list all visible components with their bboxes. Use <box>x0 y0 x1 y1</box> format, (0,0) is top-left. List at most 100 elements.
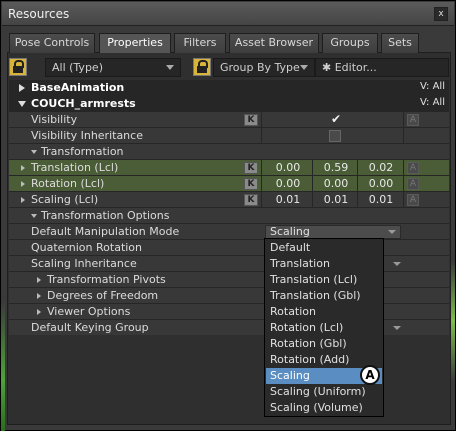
row-label: Visibility <box>31 113 78 126</box>
group-by-select[interactable]: Group By Type <box>213 58 315 77</box>
row-label: Transformation Options <box>41 209 170 222</box>
row-label: Viewer Options <box>47 305 131 318</box>
chevron-down-icon[interactable] <box>393 262 401 266</box>
row-label: Default Manipulation Mode <box>31 225 180 238</box>
type-filter-select[interactable]: All (Type) <box>45 58 181 77</box>
key-button[interactable]: K <box>244 162 258 174</box>
window-title: Resources <box>8 7 70 21</box>
dropdown-option[interactable]: Translation (Lcl) <box>266 272 382 288</box>
visibility-checkbox[interactable]: ✔ <box>331 112 341 126</box>
expand-arrow-icon[interactable] <box>37 293 41 299</box>
tab-groups[interactable]: Groups <box>322 33 378 53</box>
collapse-arrow-icon[interactable] <box>18 101 26 107</box>
value-y[interactable]: 0.59 <box>313 161 359 174</box>
tab-pose-controls[interactable]: Pose Controls <box>9 33 95 53</box>
title-bar[interactable]: Resources x <box>2 2 454 26</box>
expand-arrow-icon[interactable] <box>37 277 41 283</box>
value-x[interactable]: 0.01 <box>265 193 311 206</box>
property-row-visibility: Visibility K ✔ A <box>9 112 449 128</box>
column-divider <box>261 128 262 144</box>
close-button[interactable]: x <box>434 7 448 21</box>
property-row-rotation: Rotation (Lcl) K 0.00 0.00 0.00 A <box>9 176 449 192</box>
value-z[interactable]: 0.01 <box>358 193 404 206</box>
value-x[interactable]: 0.00 <box>265 177 311 190</box>
value-y[interactable]: 0.01 <box>313 193 359 206</box>
chevron-down-icon[interactable] <box>393 326 401 330</box>
visibility-inheritance-checkbox[interactable] <box>329 130 341 142</box>
animate-button[interactable]: A <box>407 162 419 174</box>
chevron-down-icon <box>388 230 396 234</box>
column-divider <box>403 192 404 208</box>
value-y[interactable]: 0.00 <box>313 177 359 190</box>
manipulation-mode-value: Scaling <box>270 225 310 238</box>
column-divider <box>261 192 262 208</box>
chevron-down-icon <box>166 65 174 70</box>
manipulation-mode-select[interactable]: Scaling <box>265 225 401 239</box>
manipulation-mode-dropdown: Default Translation Translation (Lcl) Tr… <box>264 238 384 417</box>
dropdown-option[interactable]: Default <box>266 240 382 256</box>
dropdown-option[interactable]: Rotation <box>266 304 382 320</box>
value-z[interactable]: 0.02 <box>358 161 404 174</box>
callout-marker: A <box>360 365 380 385</box>
dropdown-option[interactable]: Scaling (Uniform) <box>266 384 382 400</box>
editor-button[interactable]: ✱ Editor... <box>315 58 449 77</box>
row-label: Default Keying Group <box>31 321 149 334</box>
expand-arrow-icon[interactable] <box>19 84 25 92</box>
animate-button[interactable]: A <box>407 114 419 126</box>
group-row-transformation[interactable]: Transformation <box>9 144 449 160</box>
dropdown-option[interactable]: Translation <box>266 256 382 272</box>
row-label: Translation (Lcl) <box>31 161 119 174</box>
chevron-down-icon <box>300 65 308 70</box>
expand-arrow-icon[interactable] <box>37 309 41 315</box>
column-divider <box>403 160 404 176</box>
animate-button[interactable]: A <box>407 178 419 190</box>
row-label: Scaling (Lcl) <box>31 193 99 206</box>
dropdown-option[interactable]: Scaling (Volume) <box>266 400 382 416</box>
row-label: Visibility Inheritance <box>31 129 143 142</box>
row-label: Degrees of Freedom <box>47 289 159 302</box>
toolbar: All (Type) Group By Type ✱ Editor... <box>9 58 449 78</box>
column-divider <box>261 160 262 176</box>
dropdown-option[interactable]: Rotation (Lcl) <box>266 320 382 336</box>
collapse-arrow-icon[interactable] <box>31 150 37 154</box>
column-divider <box>403 112 404 128</box>
row-label: Transformation <box>41 145 124 158</box>
lock-icon[interactable] <box>9 58 27 76</box>
expand-arrow-icon[interactable] <box>21 165 25 171</box>
visibility-all-badge: V: All <box>420 81 445 92</box>
key-button[interactable]: K <box>244 194 258 206</box>
row-label: Scaling Inheritance <box>31 257 137 270</box>
resources-window: Resources x Pose Controls Properties Fil… <box>0 0 456 431</box>
background-glow-right <box>451 261 455 381</box>
group-by-value: Group By Type <box>220 61 300 74</box>
filter-lock-icon[interactable] <box>193 58 211 76</box>
collapse-arrow-icon[interactable] <box>31 214 37 218</box>
tree-row-base-animation[interactable]: BaseAnimation V: All <box>9 80 449 96</box>
value-x[interactable]: 0.00 <box>265 161 311 174</box>
group-row-transformation-options[interactable]: Transformation Options <box>9 208 449 224</box>
column-divider <box>261 112 262 128</box>
row-label: COUCH_armrests <box>31 97 136 110</box>
tab-filters[interactable]: Filters <box>174 33 226 53</box>
dropdown-option[interactable]: Translation (Gbl) <box>266 288 382 304</box>
tab-asset-browser[interactable]: Asset Browser <box>229 33 319 53</box>
tree-row-couch-armrests[interactable]: COUCH_armrests V: All <box>9 96 449 112</box>
key-button[interactable]: K <box>244 178 258 190</box>
column-divider <box>403 128 404 144</box>
value-z[interactable]: 0.00 <box>358 177 404 190</box>
key-button[interactable]: K <box>244 114 258 126</box>
background-glow-left <box>1 301 5 431</box>
property-row-scaling: Scaling (Lcl) K 0.01 0.01 0.01 A <box>9 192 449 208</box>
expand-arrow-icon[interactable] <box>21 181 25 187</box>
animate-button[interactable]: A <box>407 194 419 206</box>
property-row-translation: Translation (Lcl) K 0.00 0.59 0.02 A <box>9 160 449 176</box>
tab-properties[interactable]: Properties <box>99 33 171 53</box>
column-divider <box>403 176 404 192</box>
type-filter-value: All (Type) <box>52 61 103 74</box>
dropdown-option[interactable]: Rotation (Gbl) <box>266 336 382 352</box>
row-label: Transformation Pivots <box>47 273 166 286</box>
row-label: BaseAnimation <box>31 81 125 94</box>
expand-arrow-icon[interactable] <box>21 197 25 203</box>
tab-sets[interactable]: Sets <box>381 33 419 53</box>
property-row-visibility-inheritance: Visibility Inheritance <box>9 128 449 144</box>
